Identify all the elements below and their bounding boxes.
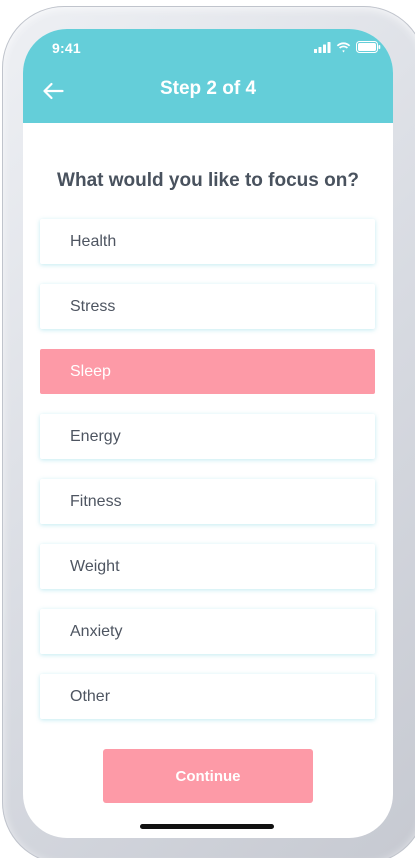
app-screen: 9:41 Step 2 of 4 What would you like to …	[23, 29, 393, 838]
page-title: Step 2 of 4	[159, 78, 257, 99]
battery-icon	[356, 41, 381, 53]
status-bar: 9:41	[23, 29, 393, 65]
option-label: Stress	[70, 298, 116, 315]
home-indicator	[140, 824, 274, 829]
signal-icon	[314, 41, 331, 53]
option-label: Fitness	[70, 493, 122, 510]
option-sleep[interactable]: Sleep	[40, 349, 375, 394]
option-label: Anxiety	[70, 623, 123, 640]
option-health[interactable]: Health	[40, 219, 375, 264]
option-anxiety[interactable]: Anxiety	[40, 609, 375, 654]
option-fitness[interactable]: Fitness	[40, 479, 375, 524]
status-time: 9:41	[52, 40, 81, 56]
option-stress[interactable]: Stress	[40, 284, 375, 329]
option-other[interactable]: Other	[40, 674, 375, 719]
wifi-icon	[336, 41, 351, 52]
device-mockup: 9:41 Step 2 of 4 What would you like to …	[0, 0, 415, 858]
option-label: Sleep	[70, 363, 111, 380]
question-heading: What would you like to focus on?	[57, 170, 359, 191]
option-label: Weight	[70, 558, 120, 575]
option-weight[interactable]: Weight	[40, 544, 375, 589]
option-energy[interactable]: Energy	[40, 414, 375, 459]
option-label: Energy	[70, 428, 121, 445]
option-label: Health	[70, 233, 117, 250]
status-icons	[314, 40, 381, 54]
continue-button[interactable]: Continue	[103, 749, 313, 803]
option-label: Other	[70, 688, 111, 705]
header-bar: 9:41 Step 2 of 4	[23, 29, 393, 123]
